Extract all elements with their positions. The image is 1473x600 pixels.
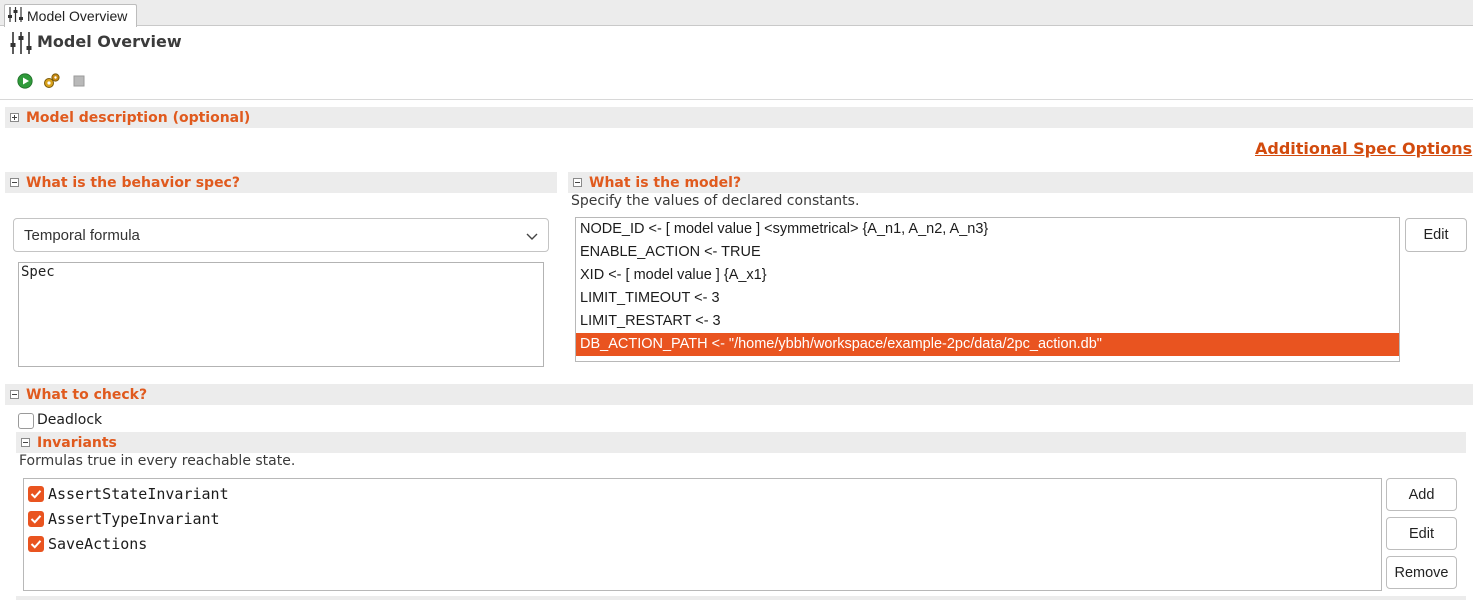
page-title: Model Overview	[37, 32, 182, 51]
collapse-icon[interactable]	[10, 178, 19, 187]
remove-invariant-button[interactable]: Remove	[1386, 556, 1457, 589]
sliders-icon	[9, 31, 33, 59]
constant-row[interactable]: LIMIT_RESTART <- 3	[576, 310, 1399, 333]
constant-row[interactable]: NODE_ID <- [ model value ] <symmetrical>…	[576, 218, 1399, 241]
select-value: Temporal formula	[24, 226, 140, 244]
behavior-spec-select[interactable]: Temporal formula	[13, 218, 549, 252]
section-title: Invariants	[37, 434, 117, 451]
edit-constant-button[interactable]: Edit	[1405, 218, 1467, 252]
section-title: What is the model?	[589, 174, 742, 191]
invariant-label: SaveActions	[48, 534, 148, 553]
invariant-row[interactable]: SaveActions	[24, 531, 1381, 556]
invariants-list[interactable]: AssertStateInvariant AssertTypeInvariant…	[23, 478, 1382, 591]
section-invariants[interactable]: Invariants	[16, 432, 1466, 453]
invariant-row[interactable]: AssertTypeInvariant	[24, 506, 1381, 531]
collapse-icon[interactable]	[21, 438, 30, 447]
chevron-down-icon	[526, 230, 538, 246]
constants-list[interactable]: NODE_ID <- [ model value ] <symmetrical>…	[575, 217, 1400, 362]
constant-row-selected[interactable]: DB_ACTION_PATH <- "/home/ybbh/workspace/…	[576, 333, 1399, 356]
gear-icon[interactable]	[43, 72, 60, 88]
constant-row[interactable]: XID <- [ model value ] {A_x1}	[576, 264, 1399, 287]
run-icon[interactable]	[17, 73, 33, 89]
constant-row[interactable]: ENABLE_ACTION <- TRUE	[576, 241, 1399, 264]
section-behavior-spec[interactable]: What is the behavior spec?	[5, 172, 557, 193]
tab-label: Model Overview	[27, 8, 128, 24]
collapse-icon[interactable]	[10, 390, 19, 399]
invariant-row[interactable]: AssertStateInvariant	[24, 481, 1381, 506]
collapse-icon[interactable]	[573, 178, 582, 187]
additional-spec-options-link[interactable]: Additional Spec Options	[1255, 139, 1472, 158]
invariant-checkbox[interactable]	[28, 535, 44, 552]
section-model-description[interactable]: Model description (optional)	[5, 107, 1473, 128]
section-subtitle: Formulas true in every reachable state.	[19, 453, 296, 469]
expand-icon[interactable]	[10, 113, 19, 122]
section-divider	[16, 596, 1466, 600]
invariant-label: AssertStateInvariant	[48, 484, 229, 503]
deadlock-label: Deadlock	[37, 412, 103, 428]
editor-tab-strip	[0, 0, 1473, 26]
invariant-label: AssertTypeInvariant	[48, 509, 220, 528]
section-subtitle: Specify the values of declared constants…	[571, 193, 860, 209]
sliders-icon	[7, 6, 24, 27]
section-title: Model description (optional)	[26, 109, 251, 126]
invariant-checkbox[interactable]	[28, 485, 44, 502]
section-title: What is the behavior spec?	[26, 174, 240, 191]
invariant-checkbox[interactable]	[28, 510, 44, 527]
section-what-to-check[interactable]: What to check?	[5, 384, 1473, 405]
deadlock-checkbox[interactable]	[18, 413, 34, 429]
add-invariant-button[interactable]: Add	[1386, 478, 1457, 511]
spec-formula-textarea[interactable]: Spec	[18, 262, 544, 367]
section-title: What to check?	[26, 386, 148, 403]
section-what-is-model[interactable]: What is the model?	[568, 172, 1473, 193]
edit-invariant-button[interactable]: Edit	[1386, 517, 1457, 550]
tab-model-overview[interactable]: Model Overview	[4, 4, 137, 27]
stop-icon[interactable]	[72, 74, 88, 90]
constant-row[interactable]: LIMIT_TIMEOUT <- 3	[576, 287, 1399, 310]
toolbar-divider	[0, 99, 1473, 100]
